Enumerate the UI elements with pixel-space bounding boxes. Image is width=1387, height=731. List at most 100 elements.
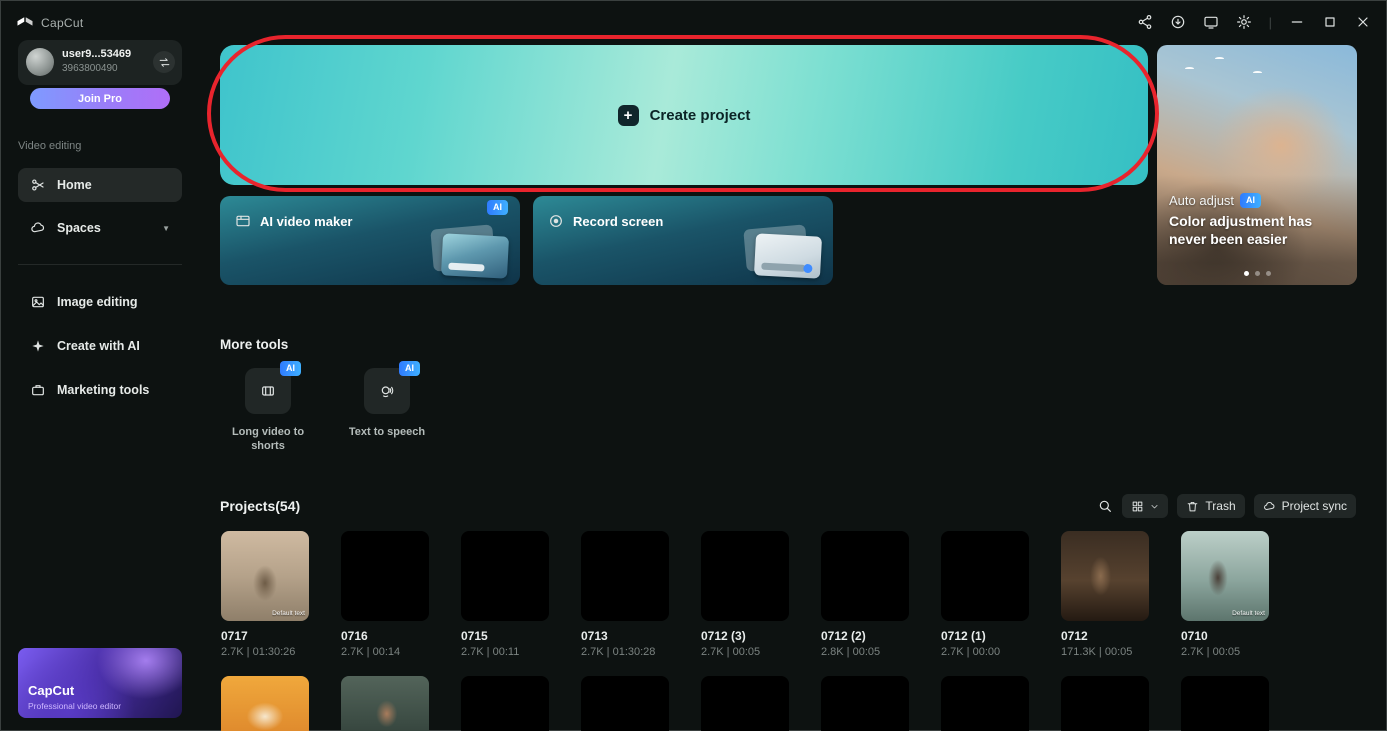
- search-icon[interactable]: [1097, 498, 1113, 514]
- project-thumbnail[interactable]: [821, 531, 909, 621]
- project-thumbnail[interactable]: [941, 531, 1029, 621]
- project-thumbnail[interactable]: [701, 676, 789, 731]
- sidebar-item-create-with-ai[interactable]: Create with AI: [18, 329, 182, 363]
- projects-grid-row-1: Default text 0717 2.7K | 01:30:26 0716 2…: [221, 531, 1269, 658]
- tool-long-video-to-shorts[interactable]: AI Long video to shorts: [218, 368, 318, 454]
- film-strip-icon: [260, 383, 276, 399]
- project-sync-button[interactable]: Project sync: [1254, 494, 1356, 518]
- thumbnail-caption: Default text: [1232, 610, 1265, 617]
- project-card[interactable]: [461, 676, 549, 731]
- project-thumbnail[interactable]: [221, 676, 309, 731]
- create-project-label: Create project: [650, 107, 751, 124]
- close-button[interactable]: [1355, 14, 1371, 30]
- project-card[interactable]: [1181, 676, 1269, 731]
- project-card[interactable]: 0712 (3) 2.7K | 00:05: [701, 531, 789, 658]
- ai-video-maker-card[interactable]: AI video maker AI: [220, 196, 520, 285]
- card-label: AI video maker: [260, 214, 353, 229]
- projects-toolbar: Trash Project sync: [1097, 494, 1356, 518]
- project-name: 0710: [1181, 629, 1269, 643]
- project-thumbnail[interactable]: [701, 531, 789, 621]
- create-project-button[interactable]: + Create project: [220, 45, 1148, 185]
- scissors-icon: [30, 177, 46, 193]
- bird-decoration: [1253, 71, 1262, 74]
- video-maker-icon: [235, 213, 251, 229]
- project-thumbnail[interactable]: [1061, 531, 1149, 621]
- project-name: 0716: [341, 629, 429, 643]
- updates-icon[interactable]: [1170, 14, 1186, 30]
- promo-subtitle: Professional video editor: [28, 701, 121, 711]
- project-thumbnail[interactable]: [461, 676, 549, 731]
- ai-badge: AI: [280, 361, 301, 376]
- share-icon[interactable]: [1137, 14, 1153, 30]
- trash-icon: [1186, 500, 1199, 513]
- project-thumbnail[interactable]: Default text: [1181, 531, 1269, 621]
- promo-title: CapCut: [28, 683, 74, 698]
- project-card[interactable]: [581, 676, 669, 731]
- project-thumbnail[interactable]: [821, 676, 909, 731]
- record-screen-card[interactable]: Record screen: [533, 196, 833, 285]
- project-thumbnail[interactable]: [941, 676, 1029, 731]
- trash-button[interactable]: Trash: [1177, 494, 1244, 518]
- sidebar-item-image-editing[interactable]: Image editing: [18, 285, 182, 319]
- sparkle-icon: [30, 338, 46, 354]
- project-meta: 171.3K | 00:05: [1061, 646, 1149, 658]
- feedback-icon[interactable]: [1203, 14, 1219, 30]
- sidebar-item-marketing-tools[interactable]: Marketing tools: [18, 373, 182, 407]
- capcut-window: CapCut | user9...53469 3963800490: [0, 0, 1387, 731]
- project-card[interactable]: [1061, 676, 1149, 731]
- carousel-dots[interactable]: [1157, 271, 1357, 276]
- project-thumbnail[interactable]: [461, 531, 549, 621]
- hero-promo-card[interactable]: Auto adjust AI Color adjustment has neve…: [1157, 45, 1357, 285]
- project-sync-label: Project sync: [1282, 499, 1347, 513]
- ai-badge: AI: [1240, 193, 1261, 208]
- project-thumbnail[interactable]: [1181, 676, 1269, 731]
- project-card[interactable]: 0712 171.3K | 00:05: [1061, 531, 1149, 658]
- project-card[interactable]: [701, 676, 789, 731]
- sidebar-item-label: Spaces: [57, 221, 101, 235]
- chevron-down-icon: ▼: [162, 224, 170, 233]
- ai-badge: AI: [487, 200, 508, 215]
- user-profile-card[interactable]: user9...53469 3963800490: [18, 40, 182, 85]
- tool-label: Long video to shorts: [218, 425, 318, 454]
- project-card[interactable]: [941, 676, 1029, 731]
- sidebar-item-label: Image editing: [57, 295, 138, 309]
- sidebar-divider: [18, 264, 182, 265]
- project-card[interactable]: Default text 0717 2.7K | 01:30:26: [221, 531, 309, 658]
- project-card[interactable]: 0713 2.7K | 01:30:28: [581, 531, 669, 658]
- project-card[interactable]: Default text 0710 2.7K | 00:05: [1181, 531, 1269, 658]
- project-card[interactable]: [821, 676, 909, 731]
- project-card[interactable]: [341, 676, 429, 731]
- app-logo: CapCut: [16, 14, 84, 32]
- sidebar-item-home[interactable]: Home: [18, 168, 182, 202]
- sidebar-item-label: Marketing tools: [57, 383, 149, 397]
- project-thumbnail[interactable]: Default text: [221, 531, 309, 621]
- join-pro-button[interactable]: Join Pro: [30, 88, 170, 109]
- app-title: CapCut: [41, 16, 84, 30]
- view-mode-button[interactable]: [1122, 494, 1168, 518]
- project-name: 0715: [461, 629, 549, 643]
- project-thumbnail[interactable]: [341, 531, 429, 621]
- trash-label: Trash: [1205, 499, 1235, 513]
- project-card[interactable]: 0716 2.7K | 00:14: [341, 531, 429, 658]
- project-thumbnail[interactable]: [581, 676, 669, 731]
- project-thumbnail[interactable]: [341, 676, 429, 731]
- settings-icon[interactable]: [1236, 14, 1252, 30]
- project-thumbnail[interactable]: [1061, 676, 1149, 731]
- more-tools-title: More tools: [220, 337, 288, 352]
- tool-text-to-speech[interactable]: AI Text to speech: [337, 368, 437, 439]
- capcut-promo-card[interactable]: CapCut Professional video editor: [18, 648, 182, 718]
- project-card[interactable]: 0712 (2) 2.8K | 00:05: [821, 531, 909, 658]
- project-meta: 2.7K | 00:00: [941, 646, 1029, 658]
- maximize-button[interactable]: [1322, 14, 1338, 30]
- project-meta: 2.7K | 00:14: [341, 646, 429, 658]
- project-name: 0712: [1061, 629, 1149, 643]
- project-card[interactable]: 0712 (1) 2.7K | 00:00: [941, 531, 1029, 658]
- project-card[interactable]: [221, 676, 309, 731]
- cloud-sync-icon: [1263, 500, 1276, 513]
- project-card[interactable]: 0715 2.7K | 00:11: [461, 531, 549, 658]
- minimize-button[interactable]: [1289, 14, 1305, 30]
- project-meta: 2.7K | 01:30:28: [581, 646, 669, 658]
- switch-account-icon[interactable]: [153, 51, 175, 73]
- sidebar-item-spaces[interactable]: Spaces ▼: [18, 211, 182, 245]
- project-thumbnail[interactable]: [581, 531, 669, 621]
